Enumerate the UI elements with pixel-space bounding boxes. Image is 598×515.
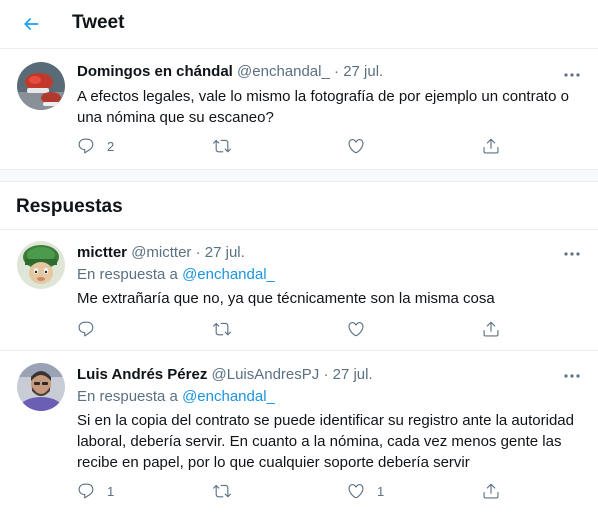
- separator-dot: ·: [323, 366, 329, 383]
- replying-to-link[interactable]: @enchandal_: [182, 266, 275, 283]
- author-handle[interactable]: @LuisAndresPJ: [212, 366, 320, 383]
- page-header: Tweet: [0, 0, 598, 49]
- more-options-button[interactable]: [560, 366, 584, 386]
- back-button[interactable]: [16, 9, 46, 39]
- like-count: 1: [377, 483, 385, 499]
- more-options-button[interactable]: [560, 65, 584, 85]
- heart-icon: [348, 139, 364, 154]
- author-name[interactable]: mictter: [77, 244, 127, 261]
- replying-prefix: En respuesta a: [77, 388, 178, 405]
- avatar[interactable]: [17, 62, 65, 110]
- more-icon: [564, 374, 580, 378]
- retweet-icon: [213, 322, 231, 336]
- tweet-text: A efectos legales, vale lo mismo la foto…: [77, 86, 582, 128]
- author-name[interactable]: Domingos en chándal: [77, 63, 233, 80]
- retweet-button[interactable]: [213, 319, 243, 339]
- tweet-text-line: A efectos legales, vale lo mismo la foto…: [77, 88, 569, 105]
- tweet-text: Me extrañaría que no, ya que técnicament…: [77, 288, 582, 309]
- share-icon: [483, 138, 499, 154]
- separator-dot: ·: [195, 244, 201, 261]
- like-button[interactable]: [347, 136, 377, 156]
- reply-tweet[interactable]: Luis Andrés Pérez @LuisAndresPJ · 27 jul…: [0, 351, 598, 515]
- arrow-left-icon: [24, 18, 39, 30]
- reply-icon: [78, 138, 94, 154]
- tweet-header: mictter @mictter · 27 jul.: [77, 244, 245, 261]
- heart-icon: [348, 484, 364, 499]
- replying-to: En respuesta a @enchandal_: [77, 266, 275, 283]
- avatar[interactable]: [17, 363, 65, 411]
- more-icon: [564, 73, 580, 77]
- tweet-text: Si en la copia del contrato se puede ide…: [77, 410, 582, 473]
- replying-to: En respuesta a @enchandal_: [77, 388, 275, 405]
- share-icon: [483, 483, 499, 499]
- share-button[interactable]: [482, 481, 500, 501]
- retweet-icon: [213, 484, 231, 498]
- tweet-actions: 2: [77, 136, 507, 156]
- like-button[interactable]: 1: [347, 481, 384, 501]
- retweet-button[interactable]: [213, 481, 243, 501]
- retweet-icon: [213, 139, 231, 153]
- tweet-actions: 1 1: [77, 481, 507, 501]
- author-name[interactable]: Luis Andrés Pérez: [77, 366, 207, 383]
- reply-tweet[interactable]: mictter @mictter · 27 jul. En respuesta …: [0, 230, 598, 350]
- retweet-button[interactable]: [213, 136, 243, 156]
- avatar[interactable]: [17, 241, 65, 289]
- tweet-actions: [77, 319, 507, 339]
- tweet-header: Domingos en chándal @enchandal_ · 27 jul…: [77, 63, 383, 80]
- tweet-header: Luis Andrés Pérez @LuisAndresPJ · 27 jul…: [77, 366, 373, 383]
- author-handle[interactable]: @mictter: [131, 244, 191, 261]
- reply-icon: [78, 483, 94, 499]
- reply-button[interactable]: [77, 319, 107, 339]
- replying-to-link[interactable]: @enchandal_: [182, 388, 275, 405]
- more-icon: [564, 252, 580, 256]
- reply-button[interactable]: 2: [77, 136, 114, 156]
- heart-icon: [348, 322, 364, 337]
- main-tweet[interactable]: Domingos en chándal @enchandal_ · 27 jul…: [0, 49, 598, 169]
- tweet-date[interactable]: 27 jul.: [333, 366, 373, 383]
- reply-count: 2: [107, 138, 115, 154]
- reply-icon: [78, 321, 94, 337]
- share-button[interactable]: [482, 319, 500, 339]
- separator-dot: ·: [334, 63, 340, 80]
- reply-count: 1: [107, 483, 115, 499]
- tweet-text-line: laboral, debería servir. En cuanto a la …: [77, 433, 562, 450]
- tweet-text-line: Si en la copia del contrato se puede ide…: [77, 412, 574, 429]
- tweet-text-line: una nómina que su escaneo?: [77, 109, 274, 126]
- section-separator: [0, 169, 598, 182]
- tweet-date[interactable]: 27 jul.: [343, 63, 383, 80]
- tweet-date[interactable]: 27 jul.: [205, 244, 245, 261]
- more-options-button[interactable]: [560, 244, 584, 264]
- author-handle[interactable]: @enchandal_: [237, 63, 330, 80]
- reply-button[interactable]: 1: [77, 481, 114, 501]
- tweet-text-line: Me extrañaría que no, ya que técnicament…: [77, 290, 495, 307]
- replying-prefix: En respuesta a: [77, 266, 178, 283]
- page-title: Tweet: [72, 12, 125, 33]
- share-button[interactable]: [482, 136, 500, 156]
- tweet-text-line: recibe en papel, por lo que cualquier so…: [77, 454, 470, 471]
- share-icon: [483, 321, 499, 337]
- replies-heading: Respuestas: [16, 196, 123, 217]
- like-button[interactable]: [347, 319, 377, 339]
